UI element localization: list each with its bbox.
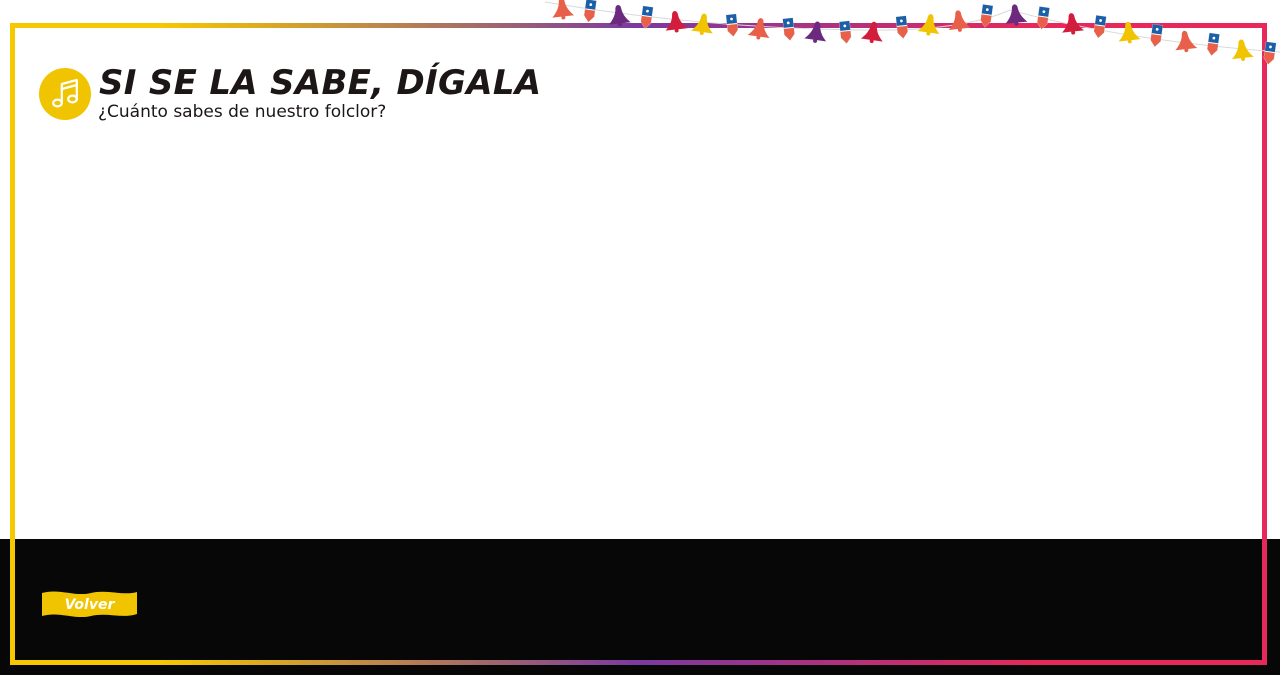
chile-flag-icon [782, 17, 795, 41]
bell-icon [552, 0, 575, 20]
chile-flag-icon [583, 0, 597, 23]
bell-icon [747, 18, 770, 40]
chile-flag-icon [1207, 32, 1220, 56]
bell-icon [665, 11, 688, 33]
chile-flag-icon [640, 5, 654, 29]
bell-icon [1175, 30, 1198, 53]
chile-flag-icon [1263, 41, 1277, 65]
back-button-label: Volver [64, 597, 115, 613]
bell-icon [804, 21, 827, 43]
bell-icon [1118, 21, 1141, 44]
bell-icon [1062, 13, 1084, 35]
chile-flag-icon [839, 20, 852, 44]
chile-flag-icon [980, 4, 994, 28]
screen: SI SE LA SABE, DÍGALA ¿Cuánto sabes de n… [0, 0, 1280, 675]
bell-icon [691, 13, 713, 35]
bell-icon [948, 10, 971, 32]
music-note-icon [39, 68, 91, 120]
chile-flag-icon [725, 13, 739, 37]
page-title: SI SE LA SABE, DÍGALA [99, 63, 542, 103]
bell-icon [917, 14, 940, 36]
bell-icon [1232, 39, 1254, 61]
bell-icon [608, 5, 631, 27]
chile-flag-icon [895, 15, 908, 39]
bell-icon [1005, 4, 1028, 26]
page-subtitle: ¿Cuánto sabes de nuestro folclor? [98, 102, 387, 122]
chile-flag-icon [1093, 15, 1107, 39]
bell-icon [860, 21, 883, 44]
back-button[interactable]: Volver [41, 589, 138, 620]
chile-flag-icon [1150, 23, 1164, 48]
bottom-bar [0, 539, 1280, 675]
chile-flag-icon [1037, 6, 1050, 30]
